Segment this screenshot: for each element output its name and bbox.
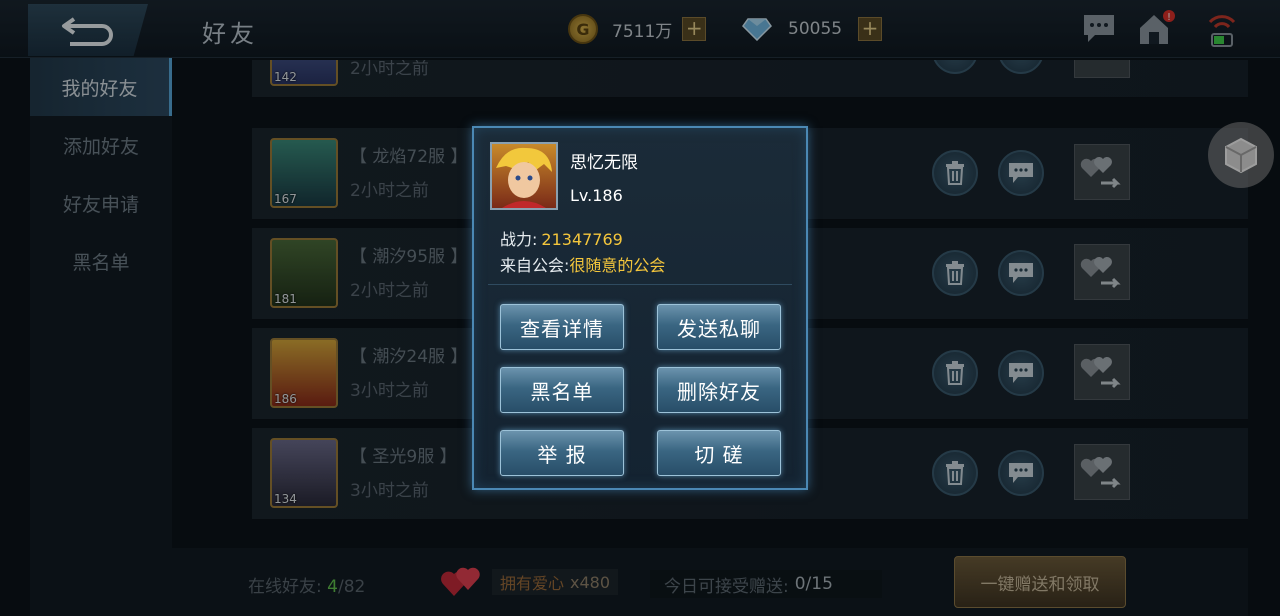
- delete-friend-popup-button[interactable]: 删除好友: [657, 367, 781, 413]
- blacklist-button[interactable]: 黑名单: [500, 367, 624, 413]
- spar-button[interactable]: 切 磋: [657, 430, 781, 476]
- popup-guild: 来自公会:很随意的公会: [500, 252, 665, 276]
- power-label: 战力:: [500, 230, 538, 249]
- popup-avatar: [490, 142, 558, 210]
- report-button[interactable]: 举 报: [500, 430, 624, 476]
- friend-action-popup: 思忆无限 Lv.186 战力: 21347769 来自公会:很随意的公会 查看详情…: [472, 126, 808, 490]
- power-value: 21347769: [541, 230, 623, 249]
- popup-combat-power: 战力: 21347769: [500, 226, 623, 250]
- view-details-button[interactable]: 查看详情: [500, 304, 624, 350]
- popup-player-name: 思忆无限: [570, 153, 638, 173]
- divider: [488, 284, 792, 285]
- guild-value: 很随意的公会: [569, 256, 666, 275]
- guild-label: 来自公会:: [500, 256, 570, 275]
- popup-player-level: Lv.186: [570, 186, 623, 205]
- send-private-message-button[interactable]: 发送私聊: [657, 304, 781, 350]
